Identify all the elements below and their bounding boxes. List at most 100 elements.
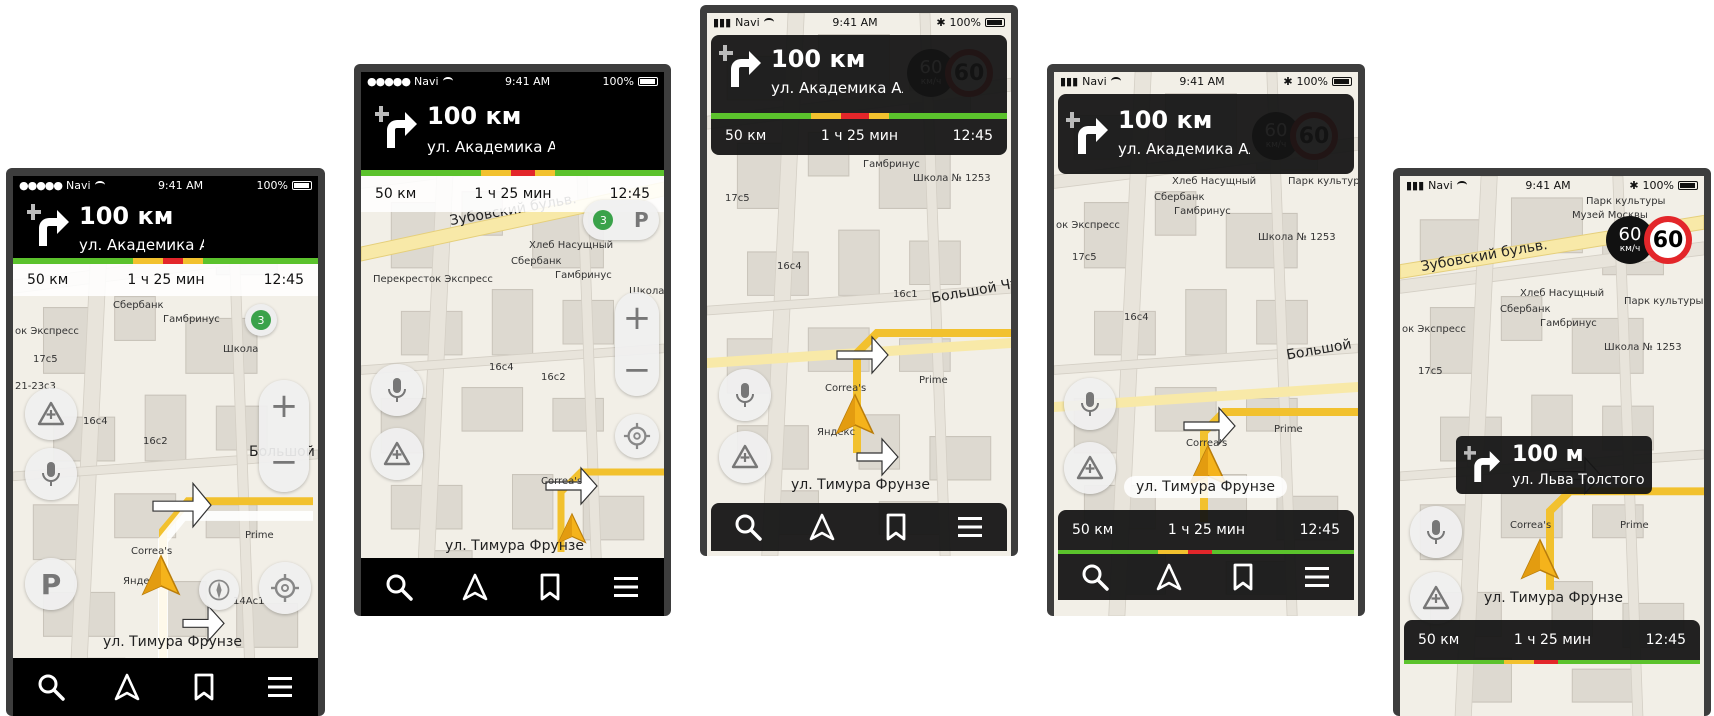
zoom-in-icon[interactable]: + [259,380,309,432]
menu-icon[interactable] [955,512,985,542]
zoom-out-icon[interactable]: − [615,344,659,396]
zoom-control: + − [615,292,659,396]
menu-icon[interactable] [611,572,641,602]
turn-right-icon [27,202,69,248]
maneuver-card[interactable]: 100 км ул. Академика Але [361,90,664,170]
report-button[interactable] [371,428,423,480]
report-icon [1421,583,1451,613]
maneuver-distance: 100 км [427,102,522,130]
report-button[interactable] [719,431,771,483]
eta-arrival: 12:45 [952,128,993,144]
navigate-icon[interactable] [807,512,837,542]
search-icon[interactable] [36,672,66,702]
navigate-icon[interactable] [112,672,142,702]
map-label: 16с4 [1124,312,1149,323]
eta-remaining: 50 км [375,186,417,202]
maneuver-card[interactable]: 100 км ул. Академика Але [13,194,318,258]
eta-panel[interactable]: 50 км 1 ч 25 мин 12:45 [13,264,318,296]
battery-icon [292,180,312,190]
search-icon[interactable] [733,512,763,542]
map-label: Хлеб Насущный [1520,288,1605,299]
parking-button[interactable]: P [25,558,77,610]
bookmark-icon[interactable] [535,572,565,602]
map-label: 16с2 [143,436,168,447]
voice-button[interactable] [371,364,423,416]
phone-screen-4: ▮▮▮ Navi 9:41 AM ✱ 100% 100 км ул. Академи… [1047,64,1365,616]
voice-button[interactable] [1064,378,1116,430]
bottom-toolbar [711,503,1007,551]
wifi-icon [763,18,774,26]
zoom-out-icon[interactable]: − [259,436,309,488]
voice-button[interactable] [25,448,77,500]
map-label: ок Экспресс [1402,324,1466,335]
report-icon [1075,453,1105,483]
status-time: 9:41 AM [832,15,878,29]
menu-icon[interactable] [1302,562,1332,592]
report-button[interactable] [1064,442,1116,494]
maneuver-card[interactable]: 100 км ул. Академика Але 50 км 1 ч 25 ми… [711,35,1007,155]
voice-button[interactable] [1410,506,1462,558]
bookmark-icon[interactable] [1228,562,1258,592]
signal-icon: ▮▮▮ [1406,178,1425,192]
bluetooth-icon: ✱ [936,15,946,29]
voice-button[interactable] [719,369,771,421]
mic-icon [382,375,412,405]
search-icon[interactable] [384,572,414,602]
vehicle-marker [835,393,875,437]
parking-toggle[interactable]: 3 P [583,200,659,240]
eta-duration: 1 ч 25 мин [820,128,899,144]
battery-icon [984,17,1005,27]
bookmark-icon[interactable] [189,672,219,702]
map-label: Гамбринус [863,159,920,170]
menu-icon[interactable] [265,672,295,702]
signal-icon: ▮▮▮ [1060,74,1079,88]
eta-panel[interactable]: 50 км 1 ч 25 мин 12:45 [1404,620,1700,660]
bluetooth-icon: ✱ [1283,74,1293,88]
bookmark-icon[interactable] [881,512,911,542]
turn-right-icon [375,104,417,150]
battery-icon [1331,76,1352,86]
map-label: Школа № 1253 [913,173,991,184]
status-time: 9:41 AM [157,178,204,192]
mic-icon [730,380,760,410]
status-time: 9:41 AM [1525,178,1571,192]
traffic-badge[interactable]: 3 [245,304,277,336]
status-bar: ▮▮▮ Navi 9:41 AM ✱ 100% [1054,72,1358,90]
eta-remaining: 50 км [725,128,767,144]
eta-panel[interactable]: 50 км 1 ч 25 мин 12:45 [1058,510,1354,550]
locate-button[interactable] [615,414,659,458]
wifi-icon [1456,181,1467,189]
signal-icon: ▮▮▮ [713,15,732,29]
locate-button[interactable] [259,562,311,614]
map-label: 17с5 [33,354,58,365]
map-label: Школа № 1253 [1604,342,1682,353]
map-label: Гамбринус [555,270,612,281]
bottom-toolbar [361,558,664,616]
maneuver-card[interactable]: 100 км ул. Академика Але [1058,94,1354,174]
report-button[interactable] [25,388,77,440]
eta-panel[interactable]: 50 км 1 ч 25 мин 12:45 [711,121,1007,151]
search-icon[interactable] [1080,562,1110,592]
maneuver-distance: 100 км [1118,106,1213,134]
eta-arrival: 12:45 [263,272,304,288]
maneuver-distance: 100 км [771,45,866,73]
map-label: Correa's [1510,520,1552,531]
navigate-icon[interactable] [1154,562,1184,592]
bluetooth-icon: ✱ [1629,178,1639,192]
next-maneuver-hint[interactable]: 100 м ул. Льва Толстого [1456,436,1652,494]
map-label: Сбербанк [113,300,164,311]
wifi-icon [442,77,453,85]
phone-screen-3: ▮▮▮ Navi 9:41 AM ✱ 100% 100 км ул. Академи… [700,5,1018,556]
compass-button[interactable] [199,570,239,610]
navigate-icon[interactable] [460,572,490,602]
bottom-toolbar [1058,554,1354,600]
map-label: Парк культуры [1288,176,1358,187]
report-button[interactable] [1410,572,1462,624]
map-label: Хлеб Насущный [1172,176,1257,187]
parking-icon: P [633,208,649,232]
zoom-in-icon[interactable]: + [615,292,659,344]
current-street-label: ул. Тимура Фрунзе [445,538,584,554]
current-street-label: ул. Тимура Фрунзе [1484,590,1623,606]
battery-text: 100% [1642,178,1674,192]
route-progress-bar [1404,660,1700,664]
